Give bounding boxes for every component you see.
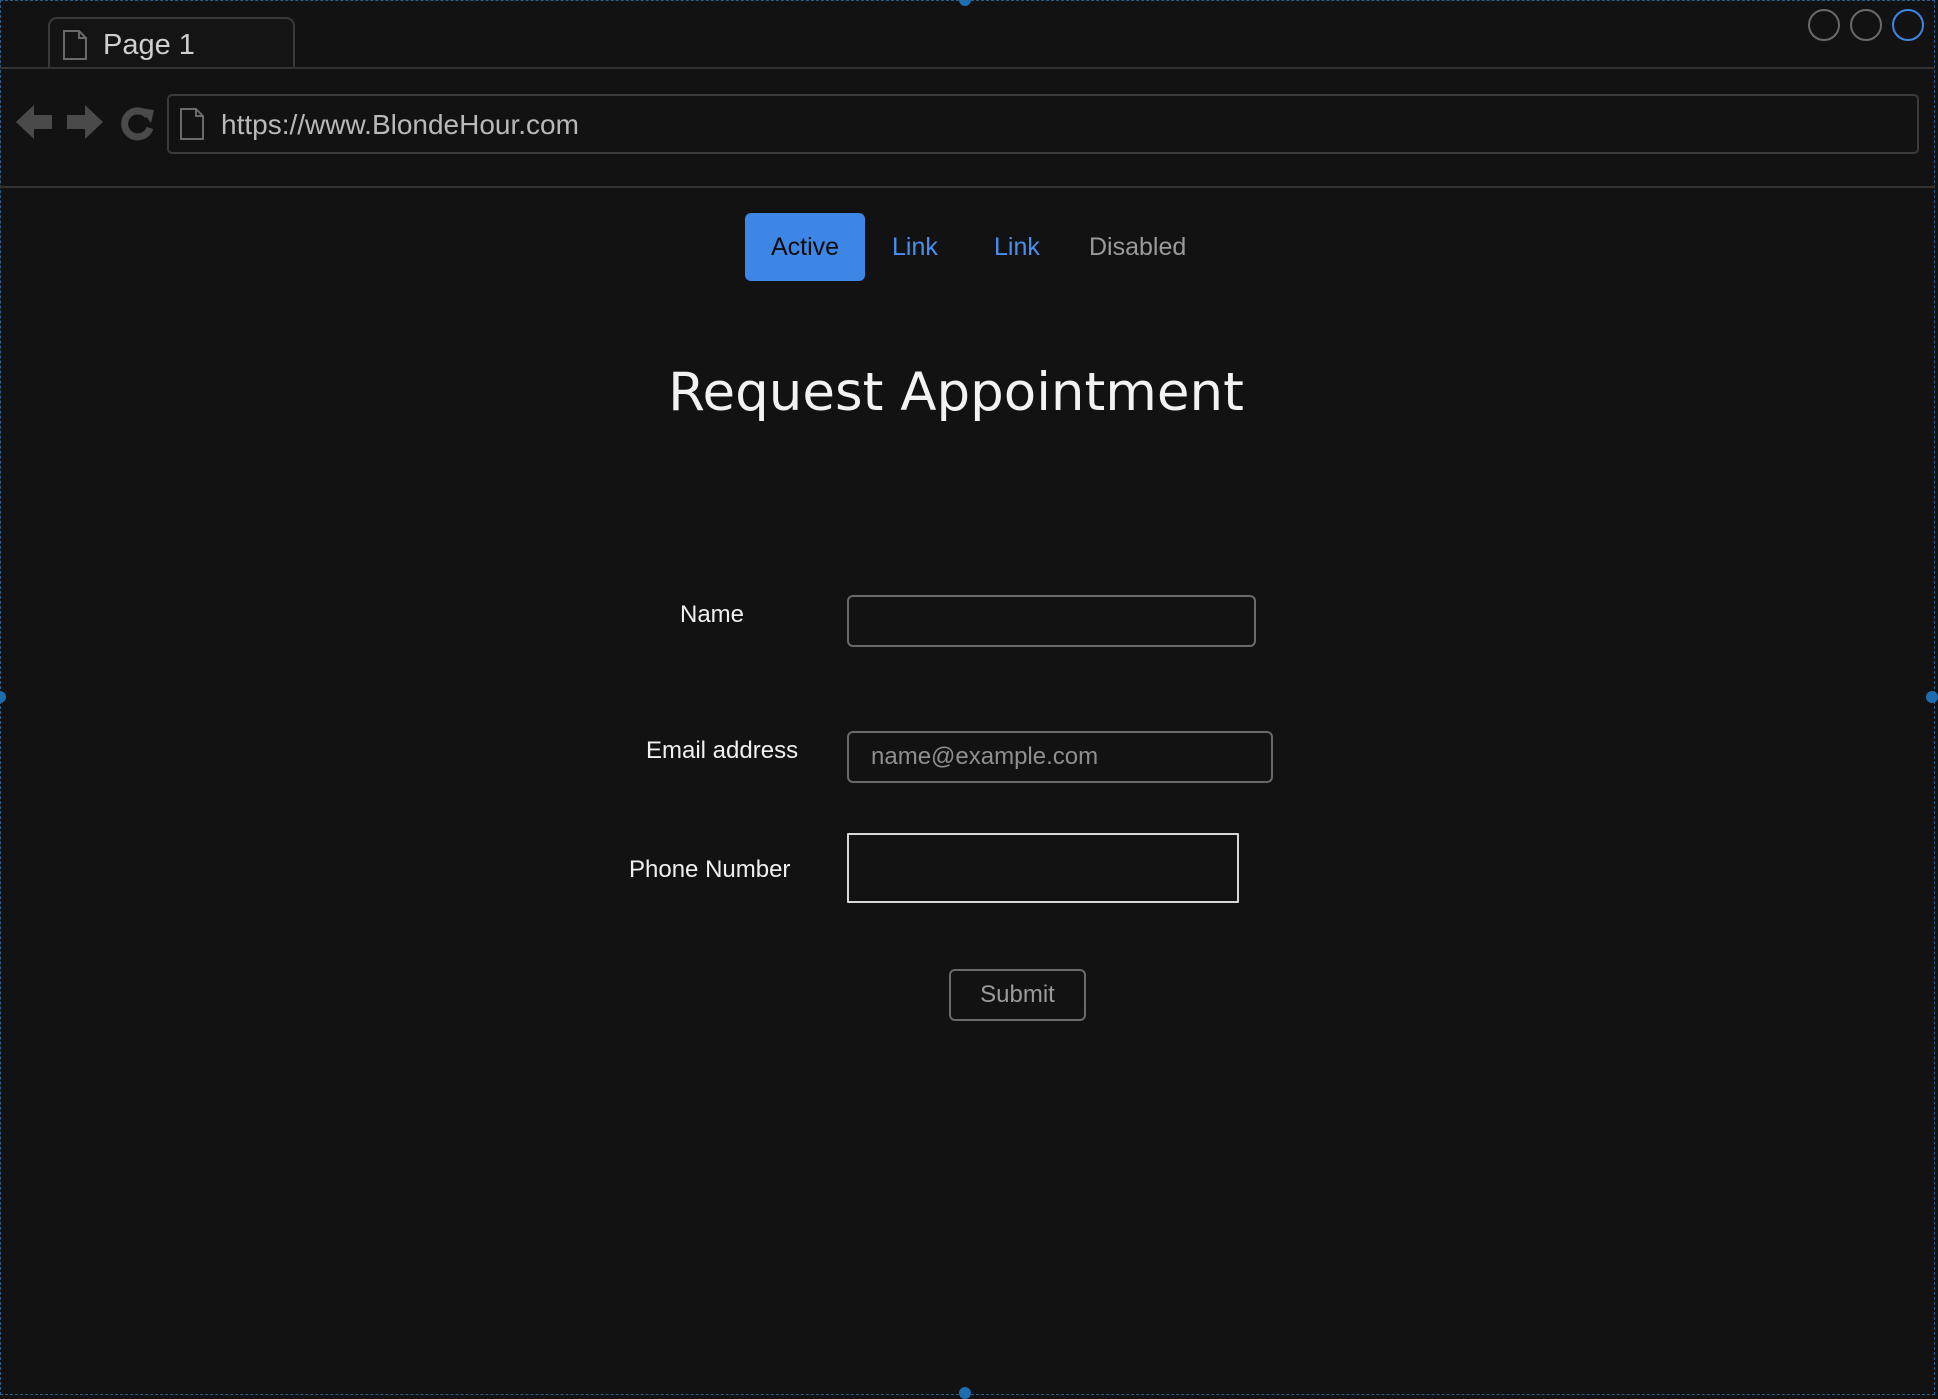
nav-pill-active[interactable]: Active bbox=[745, 213, 865, 281]
nav-link-disabled: Disabled bbox=[1089, 232, 1187, 261]
resize-handle-bottom[interactable] bbox=[959, 1387, 971, 1399]
back-arrow-icon[interactable] bbox=[14, 102, 54, 147]
url-text: https://www.BlondeHour.com bbox=[221, 109, 579, 140]
phone-label: Phone Number bbox=[629, 856, 791, 883]
email-input[interactable] bbox=[847, 731, 1273, 783]
window-control-icon[interactable] bbox=[1892, 9, 1924, 41]
tab-strip-divider bbox=[0, 67, 1935, 69]
window-control-icon[interactable] bbox=[1850, 9, 1882, 41]
selection-frame bbox=[0, 0, 1935, 1395]
nav-link-1[interactable]: Link bbox=[892, 213, 938, 281]
tab-title: Page 1 bbox=[103, 29, 195, 61]
email-label: Email address bbox=[646, 737, 799, 764]
browser-tab[interactable]: Page 1 bbox=[48, 17, 295, 69]
forward-arrow-icon[interactable] bbox=[65, 102, 105, 147]
reload-icon[interactable] bbox=[118, 104, 156, 147]
name-input[interactable] bbox=[847, 595, 1256, 647]
name-label: Name bbox=[680, 601, 745, 628]
window-control-icon[interactable] bbox=[1808, 9, 1840, 41]
page-icon bbox=[62, 29, 88, 66]
nav-link-2[interactable]: Link bbox=[994, 213, 1040, 281]
page-title: Request Appointment bbox=[668, 362, 1244, 423]
phone-input[interactable] bbox=[847, 833, 1239, 903]
resize-handle-right[interactable] bbox=[1926, 691, 1938, 703]
toolbar-divider bbox=[0, 186, 1935, 188]
page-icon bbox=[179, 107, 205, 146]
address-bar[interactable]: https://www.BlondeHour.com bbox=[167, 94, 1919, 154]
submit-button[interactable]: Submit bbox=[949, 969, 1086, 1021]
